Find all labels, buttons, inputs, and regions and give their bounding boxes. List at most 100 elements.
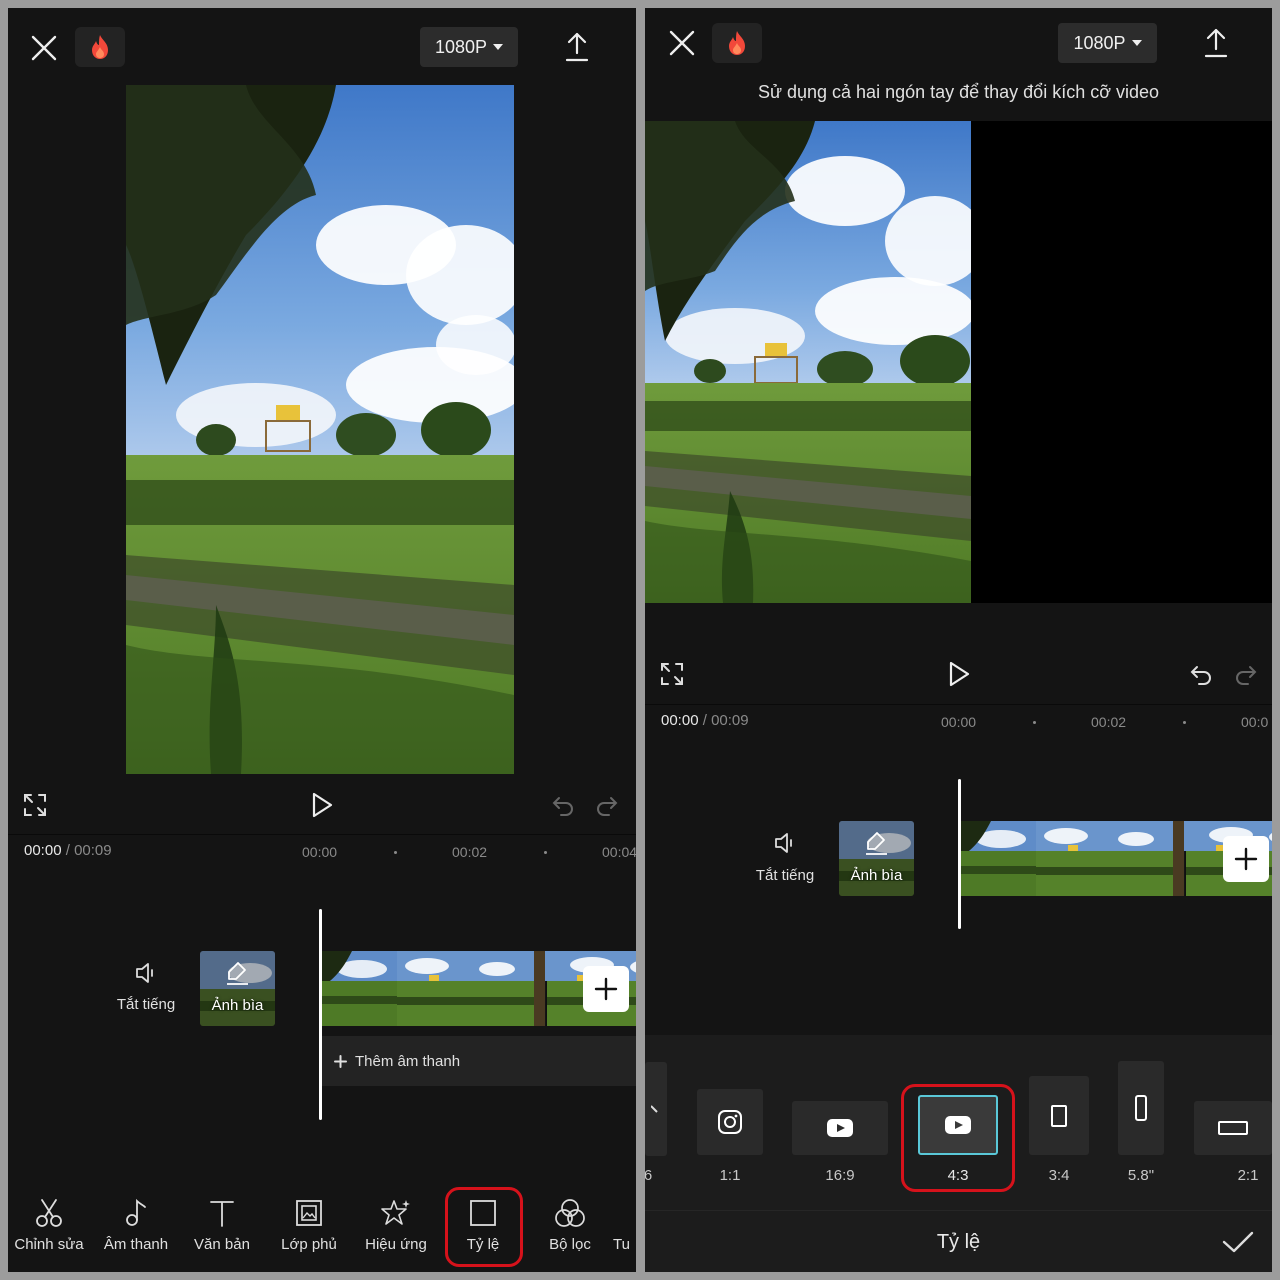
clip-frame	[961, 821, 1036, 896]
tool-overlay[interactable]: Lớp phủ	[266, 1198, 352, 1253]
fire-icon[interactable]	[75, 27, 125, 67]
ratio-option-1-1[interactable]	[697, 1089, 763, 1155]
tool-audio[interactable]: Âm thanh	[93, 1198, 179, 1253]
ratio-label: 6	[645, 1167, 653, 1184]
cover-button[interactable]: Ảnh bìa	[200, 951, 275, 1026]
ratio-option-2-1[interactable]	[1194, 1101, 1272, 1155]
add-audio-button[interactable]: Thêm âm thanh	[322, 1036, 636, 1086]
timeline-dot	[1033, 721, 1036, 724]
music-note-icon	[126, 1198, 146, 1226]
time-separator: /	[702, 712, 707, 729]
export-icon[interactable]	[560, 28, 594, 66]
highlight-box	[901, 1084, 1015, 1192]
undo-icon[interactable]	[1188, 661, 1214, 687]
time-display: 00:00 / 00:09	[661, 712, 749, 729]
video-canvas[interactable]	[645, 121, 1272, 603]
tool-filter[interactable]: Bộ lọc	[527, 1198, 613, 1253]
plus-icon	[1234, 847, 1258, 871]
add-clip-button[interactable]	[1223, 836, 1269, 882]
cover-thumbnail	[200, 951, 275, 1026]
mute-button[interactable]	[120, 962, 172, 1022]
close-icon[interactable]	[664, 25, 700, 61]
redo-icon[interactable]	[1233, 661, 1259, 687]
export-icon[interactable]	[1199, 24, 1233, 62]
portrait-icon	[1051, 1104, 1067, 1127]
instagram-icon	[718, 1110, 742, 1134]
plus-icon	[594, 977, 618, 1001]
ratio-label: 1:1	[719, 1167, 741, 1184]
add-clip-button[interactable]	[583, 966, 629, 1012]
timeline-tick: 00:02	[1091, 714, 1127, 730]
phone-icon	[1135, 1095, 1147, 1121]
cover-thumbnail	[839, 821, 914, 896]
playhead[interactable]	[958, 779, 961, 929]
play-icon[interactable]	[946, 659, 972, 689]
add-audio-label: Thêm âm thanh	[355, 1052, 461, 1070]
playhead[interactable]	[319, 909, 322, 1120]
clip-frame	[1111, 821, 1186, 896]
timeline-tick: 00:02	[452, 844, 488, 860]
current-time: 00:00	[661, 712, 699, 729]
cover-label: Ảnh bìa	[211, 997, 264, 1014]
ratio-option-16-9[interactable]	[792, 1101, 888, 1155]
clip-frame	[1036, 821, 1111, 896]
resize-hint: Sử dụng cả hai ngón tay để thay đổi kích…	[757, 82, 1160, 102]
redo-icon[interactable]	[594, 792, 620, 818]
divider	[8, 834, 636, 835]
filter-icon	[555, 1199, 585, 1227]
tool-partial[interactable]: Tu	[613, 1198, 636, 1253]
clip-frame	[322, 951, 397, 1026]
ratio-option-partial[interactable]	[645, 1062, 667, 1156]
tool-label: Tu	[613, 1236, 630, 1253]
ratio-partial-icon	[651, 1105, 658, 1113]
fullscreen-icon[interactable]	[22, 792, 48, 818]
timeline-tick: 00:00	[941, 714, 977, 730]
text-icon	[210, 1201, 234, 1227]
resolution-dropdown[interactable]: 1080P	[1058, 23, 1157, 63]
timeline-tick: 00:04	[602, 844, 636, 860]
highlight-box	[445, 1187, 523, 1267]
mute-button[interactable]	[759, 832, 811, 862]
fire-icon[interactable]	[712, 23, 762, 63]
timeline-dot	[394, 851, 397, 854]
close-icon[interactable]	[26, 30, 62, 66]
time-separator: /	[65, 842, 70, 859]
confirm-check-icon[interactable]	[1221, 1227, 1255, 1257]
divider	[645, 1210, 1272, 1211]
tool-effects[interactable]: Hiệu ứng	[353, 1198, 439, 1253]
tool-edit[interactable]: Chỉnh sửa	[8, 1198, 92, 1253]
ratio-label: 3:4	[1048, 1167, 1070, 1184]
tool-text[interactable]: Văn bản	[179, 1198, 265, 1253]
clip-frame	[397, 951, 472, 1026]
video-frame-image	[126, 85, 526, 774]
tool-label: Âm thanh	[103, 1236, 169, 1253]
cover-label: Ảnh bìa	[850, 867, 903, 884]
ratio-label: 2:1	[1237, 1167, 1259, 1184]
ratio-option-3-4[interactable]	[1029, 1076, 1089, 1155]
timeline-dot	[544, 851, 547, 854]
current-time: 00:00	[24, 842, 62, 859]
video-preview[interactable]	[126, 85, 526, 774]
youtube-icon	[827, 1119, 853, 1137]
editor-panel-right: 1080P Sử dụng cả hai ngón tay để thay đổ…	[645, 8, 1272, 1272]
timeline-dot	[1183, 721, 1186, 724]
undo-icon[interactable]	[550, 792, 576, 818]
overlay-icon	[296, 1200, 322, 1226]
ratio-panel-title: Tỷ lệ	[936, 1231, 981, 1253]
resolution-dropdown[interactable]: 1080P	[420, 27, 518, 67]
scissors-icon	[36, 1199, 62, 1227]
time-display: 00:00 / 00:09	[24, 842, 112, 859]
ratio-option-5-8[interactable]	[1118, 1061, 1164, 1155]
total-time: 00:09	[74, 842, 112, 859]
tool-label: Chỉnh sửa	[14, 1236, 84, 1253]
fullscreen-icon[interactable]	[659, 661, 685, 687]
play-icon[interactable]	[309, 790, 335, 820]
tool-label: Hiệu ứng	[365, 1236, 427, 1253]
ratio-label: 16:9	[825, 1167, 855, 1184]
editor-panel-left: 1080P 00:00 / 00:09 00:00 00:02 00:04 Tắ…	[8, 8, 636, 1272]
speaker-icon	[775, 833, 792, 853]
ratio-label: 5.8"	[1127, 1167, 1155, 1184]
mute-label: Tắt tiếng	[755, 867, 815, 884]
effects-star-icon	[381, 1200, 410, 1225]
cover-button[interactable]: Ảnh bìa	[839, 821, 914, 896]
